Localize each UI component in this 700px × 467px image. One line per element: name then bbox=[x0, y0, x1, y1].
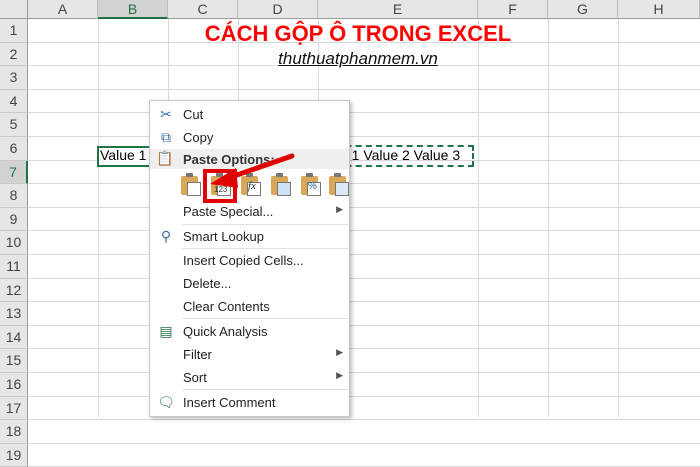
column-header-f[interactable]: F bbox=[478, 0, 548, 19]
row-header-6[interactable]: 6 bbox=[0, 137, 28, 161]
sheet-subtitle-link[interactable]: thuthuatphanmem.vn bbox=[168, 49, 548, 69]
scissors-icon: ✂ bbox=[160, 106, 172, 122]
row-header-18[interactable]: 18 bbox=[0, 420, 28, 444]
paste-button[interactable] bbox=[178, 173, 202, 197]
row-header-12[interactable]: 12 bbox=[0, 278, 28, 303]
menu-item-quick-analysis[interactable]: ▤ Quick Analysis bbox=[150, 320, 349, 342]
row-header-9[interactable]: 9 bbox=[0, 207, 28, 232]
row-header-14[interactable]: 14 bbox=[0, 325, 28, 350]
spreadsheet-grid[interactable]: A B C D E F G H 1 2 3 4 5 6 7 8 9 10 11 12 13 14 15 16 1… bbox=[0, 0, 700, 467]
row-header-2[interactable]: 2 bbox=[0, 42, 28, 67]
menu-item-cut[interactable]: ✂ Cut bbox=[150, 103, 349, 125]
menu-item-smart-lookup[interactable]: ⚲ Smart Lookup bbox=[150, 225, 349, 247]
quick-analysis-icon: ▤ bbox=[159, 323, 173, 339]
chevron-right-icon: ▶ bbox=[336, 204, 343, 214]
menu-item-delete[interactable]: Delete... bbox=[150, 272, 349, 294]
column-header-g[interactable]: G bbox=[548, 0, 618, 19]
row-header-1[interactable]: 1 bbox=[0, 19, 28, 43]
menu-item-clear-contents[interactable]: Clear Contents bbox=[150, 295, 349, 317]
row-header-3[interactable]: 3 bbox=[0, 66, 28, 90]
row-header-13[interactable]: 13 bbox=[0, 302, 28, 326]
row-header-16[interactable]: 16 bbox=[0, 373, 28, 397]
red-pointer-arrow bbox=[210, 153, 295, 188]
row-header-8[interactable]: 8 bbox=[0, 184, 28, 208]
menu-item-paste-special[interactable]: Paste Special... ▶ bbox=[150, 200, 349, 222]
comment-icon: 🗨 bbox=[157, 394, 175, 410]
menu-item-sort[interactable]: Sort ▶ bbox=[150, 366, 349, 388]
row-header-5[interactable]: 5 bbox=[0, 113, 28, 137]
column-header-d[interactable]: D bbox=[238, 0, 318, 19]
paste-link-button[interactable] bbox=[326, 173, 350, 197]
search-icon: ⚲ bbox=[160, 228, 172, 244]
chevron-right-icon: ▶ bbox=[336, 347, 343, 357]
menu-item-insert-copied-cells[interactable]: Insert Copied Cells... bbox=[150, 249, 349, 271]
select-all-corner[interactable] bbox=[0, 0, 28, 19]
row-header-10[interactable]: 10 bbox=[0, 231, 28, 255]
clipboard-icon: 📋 bbox=[156, 150, 174, 166]
row-header-15[interactable]: 15 bbox=[0, 349, 28, 373]
chevron-right-icon: ▶ bbox=[336, 370, 343, 380]
copy-icon: ⧉ bbox=[161, 129, 171, 145]
column-header-e[interactable]: E bbox=[318, 0, 478, 19]
row-header-19[interactable]: 19 bbox=[0, 443, 28, 467]
column-header-b[interactable]: B bbox=[98, 0, 168, 19]
context-menu: ✂ Cut ⧉ Copy 📋 Paste Options: 123 fx % P… bbox=[149, 100, 350, 417]
column-header-c[interactable]: C bbox=[168, 0, 238, 19]
column-header-a[interactable]: A bbox=[28, 0, 98, 19]
row-header-7[interactable]: 7 bbox=[0, 160, 28, 185]
column-header-h[interactable]: H bbox=[618, 0, 700, 19]
cell-e7-text: e 1 Value 2 Value 3 bbox=[340, 147, 461, 163]
menu-item-insert-comment[interactable]: 🗨 Insert Comment bbox=[150, 391, 349, 413]
menu-item-copy[interactable]: ⧉ Copy bbox=[150, 126, 349, 148]
cell-b7-value: Value 1 bbox=[100, 147, 147, 163]
row-header-11[interactable]: 11 bbox=[0, 255, 28, 279]
menu-item-filter[interactable]: Filter ▶ bbox=[150, 343, 349, 365]
sheet-title: CÁCH GỘP Ô TRONG EXCEL bbox=[204, 21, 512, 46]
row-header-4[interactable]: 4 bbox=[0, 89, 28, 114]
